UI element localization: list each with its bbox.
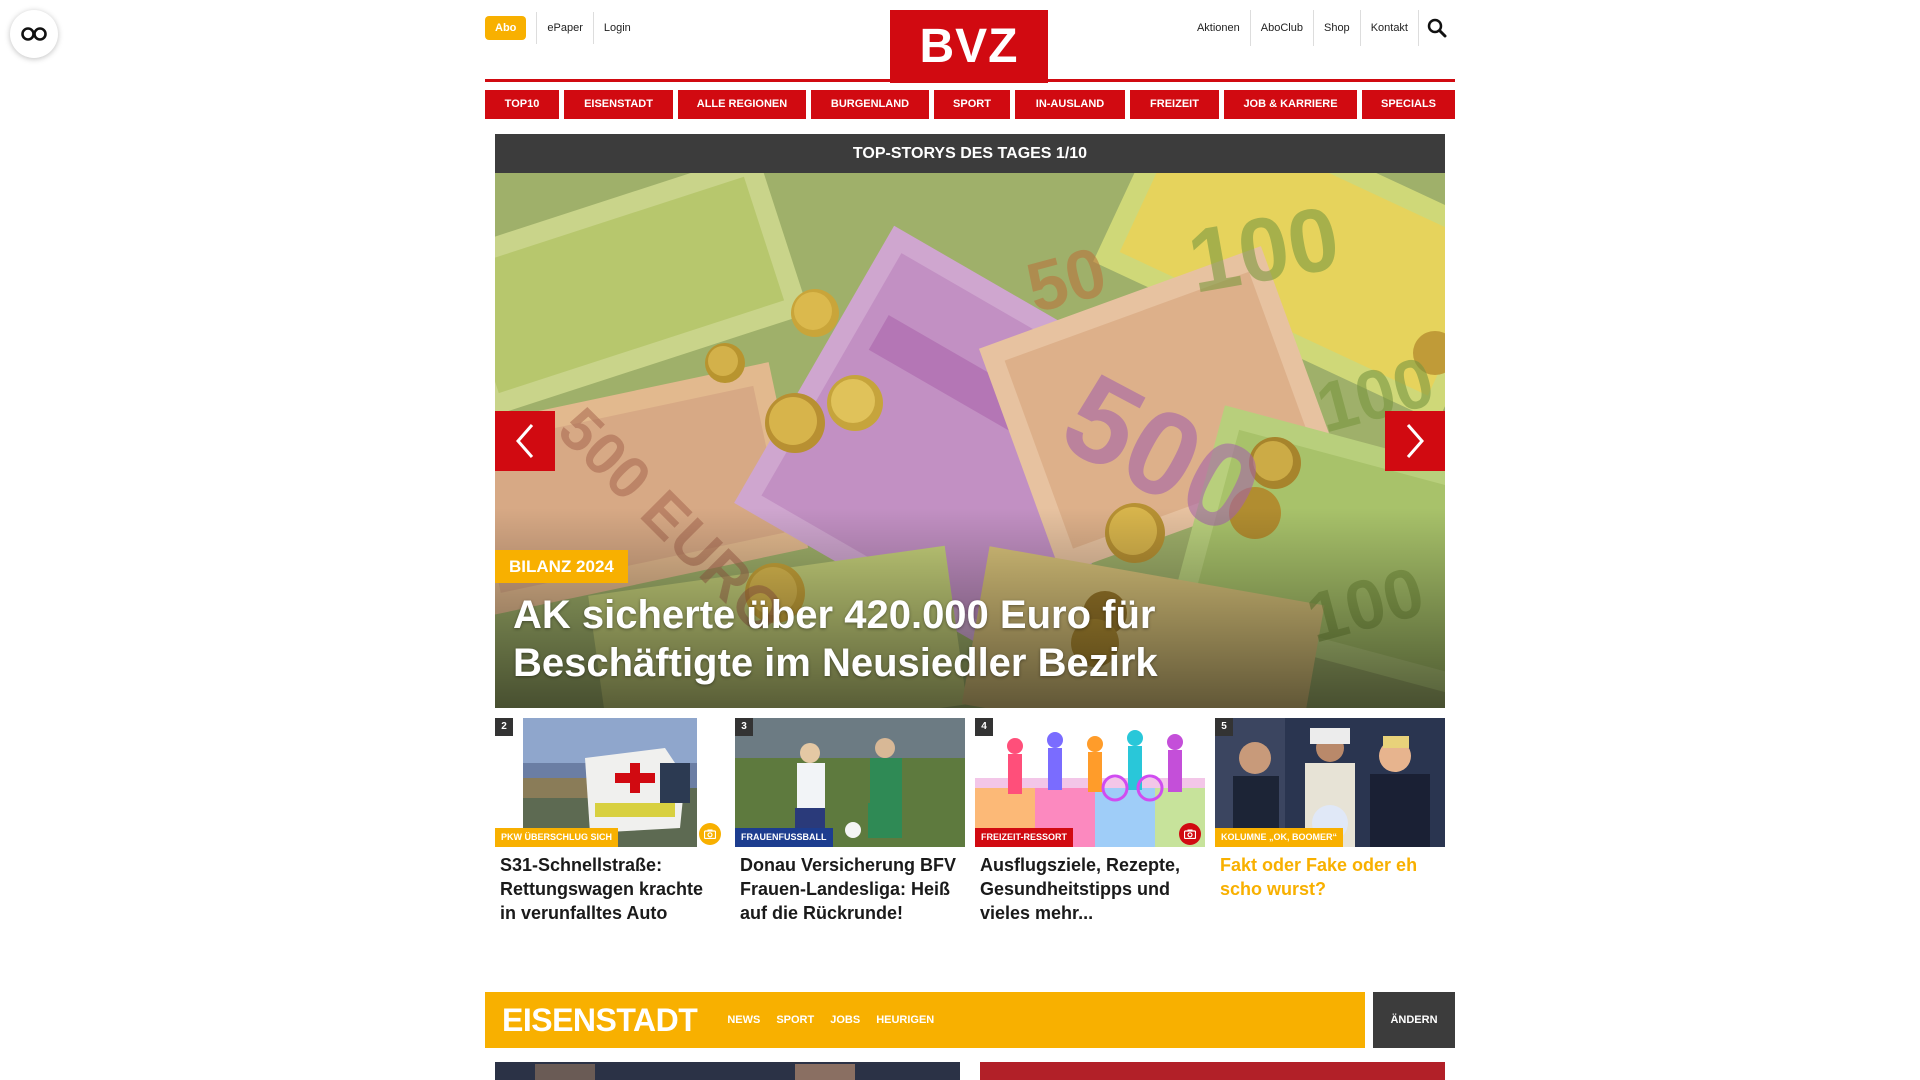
login-link[interactable]: Login <box>592 12 641 44</box>
top-stories-heading: TOP-STORYS DES TAGES 1/10 <box>495 134 1445 173</box>
nav-item-eisenstadt[interactable]: EISENSTADT <box>564 90 673 119</box>
teaser-title[interactable]: Donau Versicherung BFV Frauen-Landesliga… <box>735 853 965 925</box>
section-image-right[interactable] <box>980 1062 1445 1080</box>
chevron-right-icon <box>1406 424 1424 458</box>
main-nav: TOP10 EISENSTADT ALLE REGIONEN BURGENLAN… <box>485 90 1455 119</box>
nav-item-job-karriere[interactable]: JOB & KARRIERE <box>1224 90 1357 119</box>
header-left: Abo ePaper Login <box>485 12 641 44</box>
aktionen-link[interactable]: Aktionen <box>1187 10 1251 46</box>
teaser-card[interactable]: 3 FRAUENFUSSBALL Donau Versicherung BFV … <box>735 718 965 925</box>
aboclub-link[interactable]: AboClub <box>1251 10 1314 46</box>
teaser-label[interactable]: FRAUENFUSSBALL <box>735 828 833 847</box>
abo-button[interactable]: Abo <box>485 16 527 40</box>
change-region-button[interactable]: ÄNDERN <box>1373 992 1455 1048</box>
nav-item-in-ausland[interactable]: IN-AUSLAND <box>1015 90 1125 119</box>
nav-item-burgenland[interactable]: BURGENLAND <box>811 90 929 119</box>
teaser-title[interactable]: Ausflugsziele, Rezepte, Gesundheitstipps… <box>975 853 1205 925</box>
hero-tag[interactable]: BILANZ 2024 <box>495 550 628 583</box>
teaser-card[interactable]: 5 KOLUMNE „OK, BOOMER“ Fakt oder Fake od… <box>1215 718 1445 925</box>
site-container: Abo ePaper Login BVZ Aktionen AboClub Sh… <box>485 0 1455 1048</box>
accessibility-button[interactable] <box>10 10 58 58</box>
teaser-number: 3 <box>735 718 753 736</box>
teaser-card[interactable]: 4 FREIZEIT-RESSORT Ausflugsziele, Rezept… <box>975 718 1205 925</box>
nav-item-sport[interactable]: SPORT <box>934 90 1010 119</box>
search-icon[interactable] <box>1419 10 1455 46</box>
region-link-heurigen[interactable]: HEURIGEN <box>876 1014 934 1026</box>
epaper-link[interactable]: ePaper <box>536 12 592 44</box>
teaser-image: 3 FRAUENFUSSBALL <box>735 718 965 847</box>
region-title[interactable]: EISENSTADT <box>502 1002 698 1039</box>
previous-slide-button[interactable] <box>495 411 555 471</box>
teaser-image: 4 FREIZEIT-RESSORT <box>975 718 1205 847</box>
region-section-header: EISENSTADT NEWS SPORT JOBS HEURIGEN ÄNDE… <box>485 992 1455 1048</box>
kontakt-link[interactable]: Kontakt <box>1361 10 1419 46</box>
hero-slide[interactable]: 500 100 50 500 EURO 100 100 BILANZ 2024 … <box>495 173 1445 708</box>
teaser-number: 5 <box>1215 718 1233 736</box>
nav-item-alle-regionen[interactable]: ALLE REGIONEN <box>678 90 806 119</box>
teaser-list: 2 PKW ÜBERSCHLUG SICH S31-Schnellstraße:… <box>495 718 1445 925</box>
bvz-logo[interactable]: BVZ <box>890 10 1048 83</box>
site-header: Abo ePaper Login BVZ Aktionen AboClub Sh… <box>485 0 1455 83</box>
region-link-jobs[interactable]: JOBS <box>830 1014 860 1026</box>
nav-item-freizeit[interactable]: FREIZEIT <box>1130 90 1219 119</box>
logo-text: BVZ <box>919 20 1019 73</box>
teaser-number: 2 <box>495 718 513 736</box>
teaser-title[interactable]: S31-Schnellstraße: Rettungswagen krachte… <box>495 853 725 925</box>
shop-link[interactable]: Shop <box>1314 10 1361 46</box>
teaser-card[interactable]: 2 PKW ÜBERSCHLUG SICH S31-Schnellstraße:… <box>495 718 725 925</box>
region-link-news[interactable]: NEWS <box>727 1014 760 1026</box>
teaser-title[interactable]: Fakt oder Fake oder eh scho wurst? <box>1215 853 1445 901</box>
teaser-number: 4 <box>975 718 993 736</box>
teaser-label[interactable]: FREIZEIT-RESSORT <box>975 828 1074 847</box>
next-slide-button[interactable] <box>1385 411 1445 471</box>
teaser-label[interactable]: KOLUMNE „OK, BOOMER“ <box>1215 828 1343 847</box>
teaser-label[interactable]: PKW ÜBERSCHLUG SICH <box>495 828 619 847</box>
section-image-left[interactable] <box>495 1062 960 1080</box>
hero-title[interactable]: AK sicherte über 420.000 Euro für Beschä… <box>513 591 1273 687</box>
region-link-sport[interactable]: SPORT <box>776 1014 814 1026</box>
header-right: Aktionen AboClub Shop Kontakt <box>1187 10 1455 46</box>
nav-item-specials[interactable]: SPECIALS <box>1362 90 1455 119</box>
teaser-image: 2 PKW ÜBERSCHLUG SICH <box>495 718 725 847</box>
camera-icon <box>699 823 721 845</box>
nav-item-top10[interactable]: TOP10 <box>485 90 559 119</box>
accessibility-icon <box>21 27 47 41</box>
teaser-image: 5 KOLUMNE „OK, BOOMER“ <box>1215 718 1445 847</box>
chevron-left-icon <box>516 424 534 458</box>
camera-icon <box>1179 823 1201 845</box>
region-bar: EISENSTADT NEWS SPORT JOBS HEURIGEN <box>485 992 1365 1048</box>
